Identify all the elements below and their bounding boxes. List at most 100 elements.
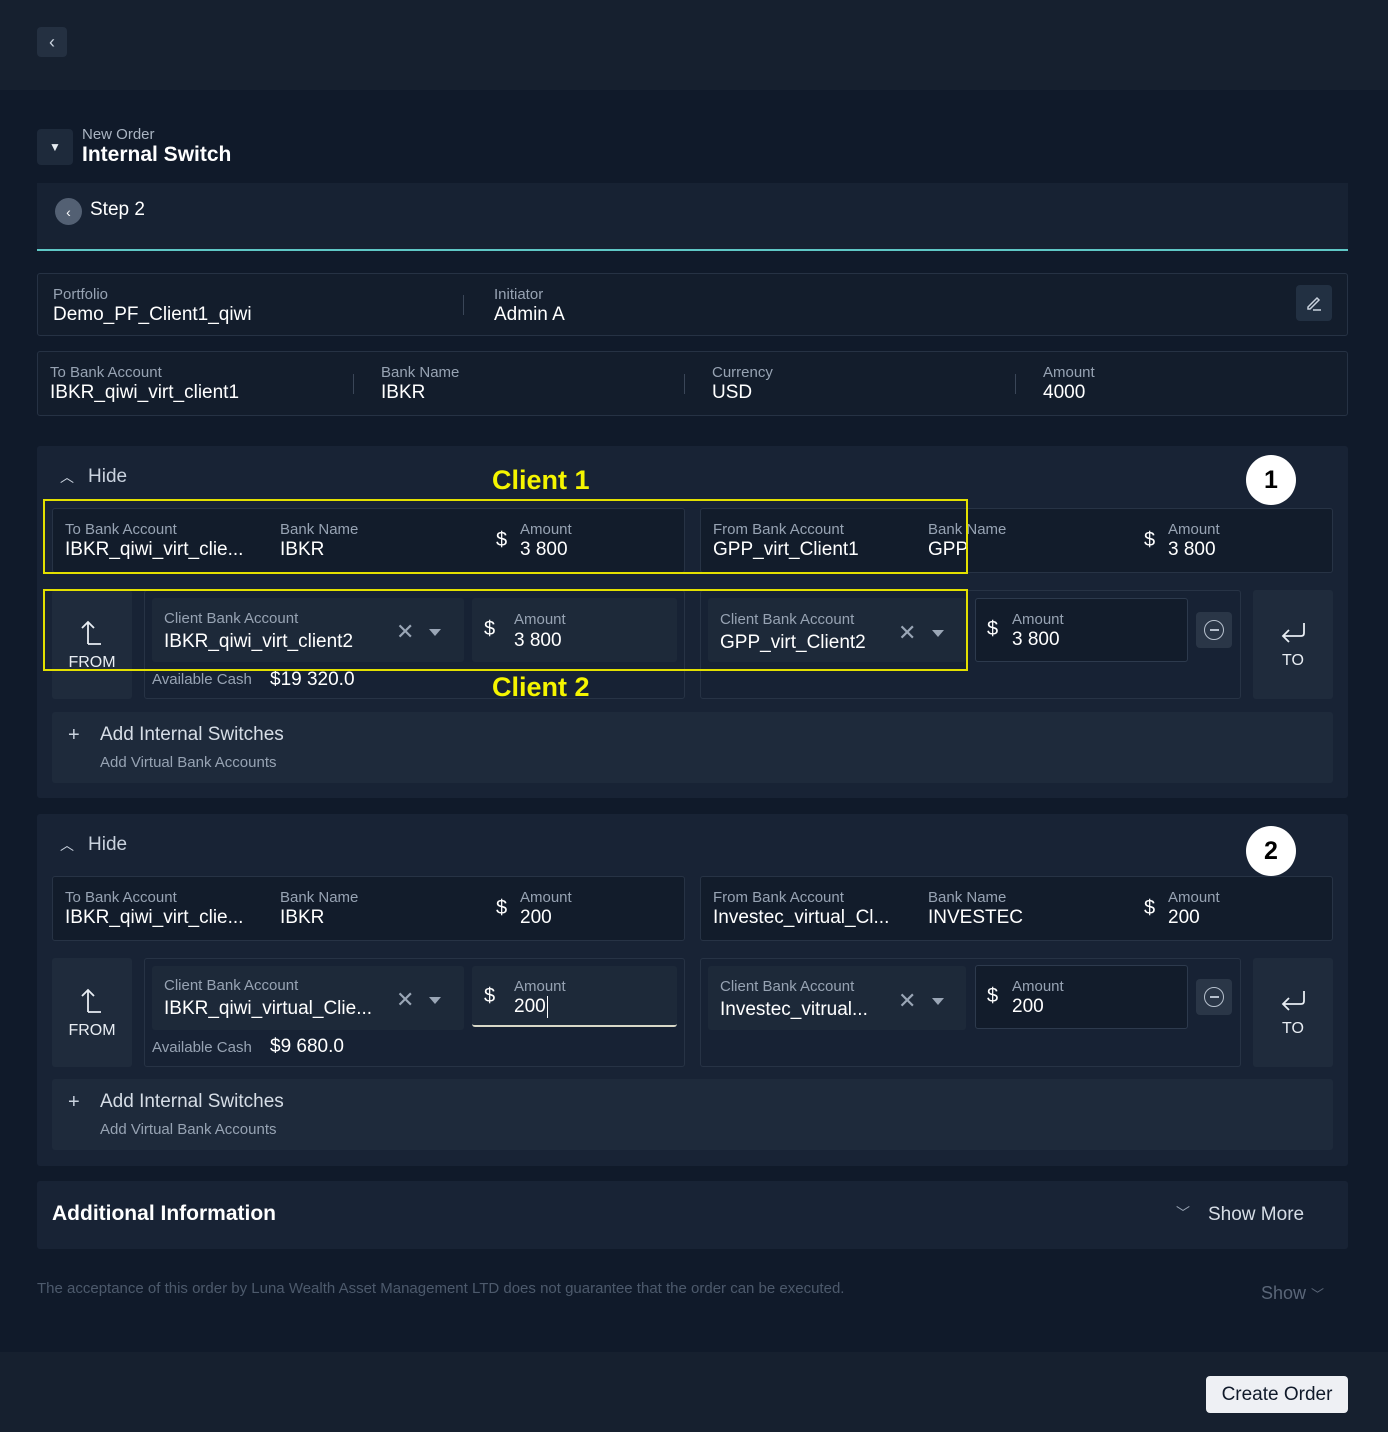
show-label: Show xyxy=(1261,1283,1307,1303)
back-button[interactable]: ‹ xyxy=(37,27,67,57)
remove-button[interactable] xyxy=(1196,612,1232,648)
annotation-box-client2 xyxy=(43,589,968,671)
to-label: TO xyxy=(1282,1019,1304,1037)
chevron-down-icon: ﹀ xyxy=(1176,1205,1190,1221)
available-cash-label: Available Cash xyxy=(152,671,252,688)
disclaimer-text: The acceptance of this order by Luna Wea… xyxy=(37,1280,845,1297)
dollar-icon: $ xyxy=(1144,529,1156,551)
add-internal-switches[interactable] xyxy=(52,712,1333,783)
annotation-client1: Client 1 xyxy=(492,465,590,495)
step-back-button[interactable]: ‹ xyxy=(55,198,82,225)
dollar-icon: $ xyxy=(484,985,496,1007)
to-button[interactable]: TO xyxy=(1253,958,1333,1067)
hide-toggle[interactable]: ︿ Hide xyxy=(60,834,127,856)
amount-value: 200 xyxy=(1012,996,1044,1017)
dollar-icon: $ xyxy=(1144,897,1156,919)
return-arrow-icon xyxy=(1281,990,1305,1011)
bank-name-label: Bank Name xyxy=(928,889,1007,906)
amount-value: 200 xyxy=(1168,907,1200,928)
annotation-box-client1 xyxy=(43,499,968,574)
chevron-left-icon: ‹ xyxy=(49,31,55,52)
chevron-up-icon: ︿ xyxy=(60,469,74,485)
add-title: Add Internal Switches xyxy=(100,724,284,745)
clear-icon[interactable]: ✕ xyxy=(898,988,916,1014)
amount-label: Amount xyxy=(1168,521,1220,538)
caret-down-icon[interactable] xyxy=(429,997,441,1004)
amount-input-focused[interactable] xyxy=(472,966,677,1027)
amount-value: 200 xyxy=(520,907,552,928)
to-bank-label: To Bank Account xyxy=(65,889,177,906)
from-label: FROM xyxy=(68,1021,116,1039)
bottom-bar xyxy=(0,1352,1388,1432)
chevron-down-icon: ﹀ xyxy=(1311,1287,1325,1302)
available-cash-value: $9 680.0 xyxy=(270,1036,344,1057)
bank-name-value: IBKR xyxy=(381,382,426,403)
order-collapse-button[interactable]: ▼ xyxy=(37,129,73,165)
client-bank-label: Client Bank Account xyxy=(164,977,299,994)
amount-value: 3 800 xyxy=(1012,629,1060,650)
amount-input[interactable] xyxy=(975,598,1188,662)
minus-circle-icon xyxy=(1204,987,1224,1007)
portfolio-value: Demo_PF_Client1_qiwi xyxy=(53,304,252,325)
currency-value: USD xyxy=(712,382,753,403)
bank-name-label: Bank Name xyxy=(381,364,460,381)
dollar-icon: $ xyxy=(987,985,999,1007)
portfolio-label: Portfolio xyxy=(53,286,109,303)
step-label: Step 2 xyxy=(90,199,145,220)
amount-value: 4000 xyxy=(1043,382,1086,403)
return-arrow-icon xyxy=(1281,622,1305,643)
to-bank-value: IBKR_qiwi_virt_client1 xyxy=(50,382,240,403)
show-link[interactable]: Show ﹀ xyxy=(1261,1283,1324,1304)
to-bank-value: IBKR_qiwi_virt_clie... xyxy=(65,907,244,928)
add-subtitle: Add Virtual Bank Accounts xyxy=(100,1121,277,1138)
annotation-badge: 1 xyxy=(1246,455,1296,505)
to-button[interactable]: TO xyxy=(1253,590,1333,699)
divider xyxy=(684,374,685,394)
from-bank-label: From Bank Account xyxy=(713,889,844,906)
add-title: Add Internal Switches xyxy=(100,1091,284,1112)
caret-down-icon[interactable] xyxy=(932,998,944,1005)
show-more-link[interactable]: Show More xyxy=(1208,1204,1304,1226)
plus-icon: + xyxy=(68,1091,80,1113)
from-button[interactable]: FROM xyxy=(52,958,132,1067)
annotation-badge: 2 xyxy=(1246,826,1296,876)
amount-label: Amount xyxy=(1012,611,1064,628)
add-internal-switches[interactable] xyxy=(52,1079,1333,1150)
hide-label: Hide xyxy=(88,834,128,855)
order-kicker: New Order xyxy=(82,126,155,143)
amount-value: 3 800 xyxy=(1168,539,1216,560)
edit-button[interactable] xyxy=(1296,285,1332,321)
additional-info-title: Additional Information xyxy=(52,1202,276,1225)
minus-circle-icon xyxy=(1204,620,1224,640)
client-bank-label: Client Bank Account xyxy=(720,978,855,995)
dollar-icon: $ xyxy=(496,897,508,919)
divider xyxy=(1015,374,1016,394)
available-cash-value: $19 320.0 xyxy=(270,669,355,690)
divider xyxy=(353,374,354,394)
pencil-icon xyxy=(1307,296,1321,311)
chevron-left-icon: ‹ xyxy=(66,203,71,220)
chevron-up-icon: ︿ xyxy=(60,837,74,853)
amount-input[interactable] xyxy=(975,965,1188,1029)
initiator-value: Admin A xyxy=(494,304,565,325)
amount-value: 200 xyxy=(514,996,548,1018)
to-label: TO xyxy=(1282,651,1304,669)
step-bar xyxy=(37,183,1348,251)
amount-label: Amount xyxy=(1168,889,1220,906)
bank-name-value: IBKR xyxy=(280,907,325,928)
bank-name-label: Bank Name xyxy=(280,889,359,906)
initiator-label: Initiator xyxy=(494,286,544,303)
page-title: Internal Switch xyxy=(82,143,232,166)
client-bank-value: IBKR_qiwi_virtual_Clie... xyxy=(164,998,373,1019)
amount-label: Amount xyxy=(514,978,566,995)
clear-icon[interactable]: ✕ xyxy=(396,987,414,1013)
amount-label: Amount xyxy=(1043,364,1095,381)
amount-label: Amount xyxy=(1012,978,1064,995)
hide-label: Hide xyxy=(88,466,128,487)
remove-button[interactable] xyxy=(1196,979,1232,1015)
hide-toggle[interactable]: ︿ Hide xyxy=(60,466,127,488)
from-bank-value: Investec_virtual_Cl... xyxy=(713,907,890,928)
create-order-button[interactable]: Create Order xyxy=(1206,1376,1348,1413)
available-cash-label: Available Cash xyxy=(152,1039,252,1056)
add-subtitle: Add Virtual Bank Accounts xyxy=(100,754,277,771)
